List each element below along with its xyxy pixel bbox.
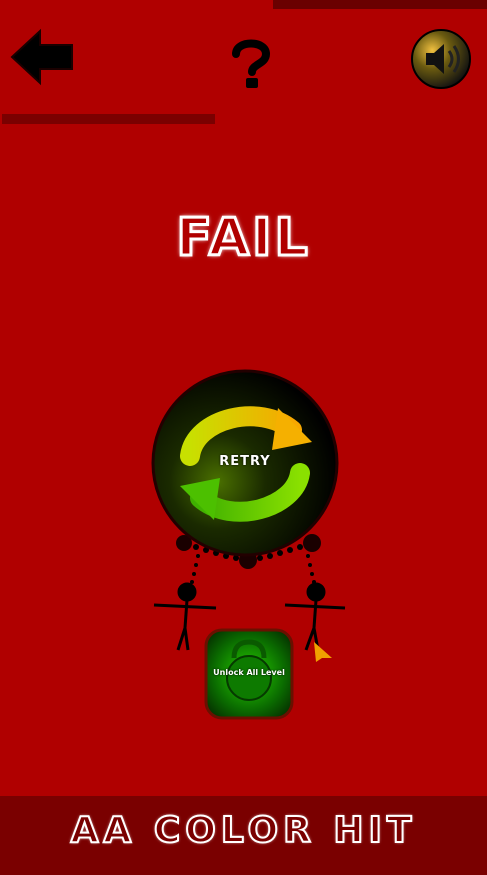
top-bar-strip: [273, 0, 487, 9]
game-title: AA COLOR HIT: [70, 809, 417, 852]
question-mark-icon: [232, 39, 271, 88]
progress-track: [2, 114, 215, 124]
unlock-all-level-label: Unlock All Level: [213, 668, 285, 677]
back-arrow-icon: [10, 28, 73, 86]
help-button[interactable]: [228, 38, 274, 90]
back-button[interactable]: [10, 28, 76, 86]
footer-banner: AA COLOR HIT: [0, 796, 487, 875]
unlock-all-level-button[interactable]: Unlock All Level: [204, 628, 294, 720]
retry-label: RETRY: [219, 454, 271, 469]
speaker-icon: [411, 29, 471, 89]
pointer-cursor-icon: [314, 642, 332, 662]
sound-button[interactable]: [410, 28, 472, 90]
result-title: FAIL: [175, 207, 311, 270]
retry-button[interactable]: RETRY: [150, 368, 340, 558]
